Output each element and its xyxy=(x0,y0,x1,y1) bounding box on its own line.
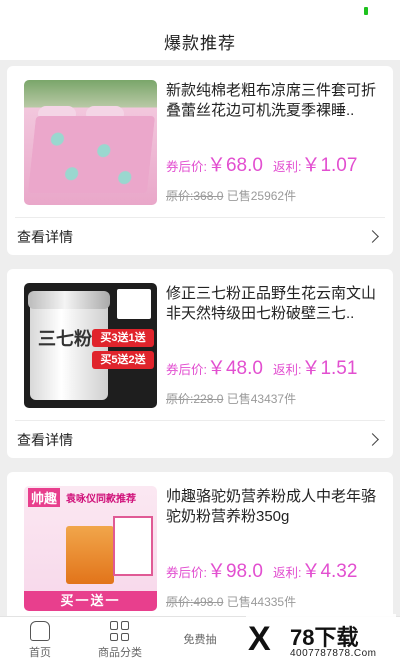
rebate-value: ￥1.51 xyxy=(301,358,358,379)
original-price-label: 原价: xyxy=(166,392,194,406)
product-name[interactable]: 新款纯棉老粗布凉席三件套可折叠蕾丝花边可机洗夏季裸睡.. xyxy=(166,81,381,121)
tab-home-label: 首页 xyxy=(29,647,51,659)
product-info: 修正三七粉正品野生花云南文山非天然特级田七粉破壁三七.. 券后价: ￥48.0 … xyxy=(157,283,381,408)
after-coupon-label: 券后价: xyxy=(166,160,207,174)
sold-prefix: 已售 xyxy=(226,189,251,203)
status-bar xyxy=(0,0,400,22)
view-detail-row[interactable]: 查看详情 xyxy=(15,420,385,458)
price-row: 券后价: ￥48.0 返利: ￥1.51 xyxy=(166,353,381,380)
promo-tag: 买5送2送 xyxy=(92,351,154,369)
watermark-x-icon: X xyxy=(248,620,271,658)
after-coupon-price: ￥98.0 xyxy=(206,561,263,582)
sold-prefix: 已售 xyxy=(226,392,251,406)
rebate-value: ￥1.07 xyxy=(301,155,358,176)
image-promo-banner: 买一送一 xyxy=(24,591,157,611)
chevron-right-icon xyxy=(366,433,379,446)
product-card-body[interactable]: 三七粉 买3送1送 买5送2送 修正三七粉正品野生花云南文山非天然特级田七粉破壁… xyxy=(7,269,393,420)
home-icon xyxy=(30,621,50,641)
sold-count: 44335件 xyxy=(250,595,297,609)
product-card[interactable]: 三七粉 买3送1送 买5送2送 修正三七粉正品野生花云南文山非天然特级田七粉破壁… xyxy=(7,269,393,458)
meta-row: 原价:228.0 已售43437件 xyxy=(166,390,381,407)
tab-category-label: 商品分类 xyxy=(98,647,142,659)
endorser-card-shape xyxy=(113,516,153,576)
milk-box-shape xyxy=(66,526,114,584)
battery-icon xyxy=(364,7,368,15)
promo-tag: 买3送1送 xyxy=(92,329,154,347)
sold-count: 43437件 xyxy=(250,392,297,406)
product-info: 新款纯棉老粗布凉席三件套可折叠蕾丝花边可机洗夏季裸睡.. 券后价: ￥68.0 … xyxy=(157,80,381,205)
tab-lottery-label: 免费抽 xyxy=(183,633,217,646)
camel-milk-image[interactable]: 帅趣 袁咏仪同款推荐 买一送一 xyxy=(24,486,157,611)
original-price-label: 原价: xyxy=(166,189,194,203)
grid-icon xyxy=(110,621,130,641)
chevron-right-icon xyxy=(366,230,379,243)
after-coupon-label: 券后价: xyxy=(166,566,207,580)
product-card[interactable]: 新款纯棉老粗布凉席三件套可折叠蕾丝花边可机洗夏季裸睡.. 券后价: ￥68.0 … xyxy=(7,66,393,255)
jar-label: 三七粉 xyxy=(38,329,92,349)
product-card[interactable]: 帅趣 袁咏仪同款推荐 买一送一 帅趣骆驼奶营养粉成人中老年骆驼奶粉营养粉350g… xyxy=(7,472,393,616)
view-detail-label: 查看详情 xyxy=(17,431,73,448)
page-header: 爆款推荐 xyxy=(0,22,400,60)
sold-prefix: 已售 xyxy=(226,595,251,609)
meta-row: 原价:498.0 已售44335件 xyxy=(166,593,381,610)
brand-logo-icon xyxy=(117,289,151,319)
tab-home[interactable]: 首页 xyxy=(0,617,80,666)
watermark-url: 4007787878.Com xyxy=(290,648,377,659)
view-detail-row[interactable]: 查看详情 xyxy=(15,217,385,255)
product-card-body[interactable]: 帅趣 袁咏仪同款推荐 买一送一 帅趣骆驼奶营养粉成人中老年骆驼奶粉营养粉350g… xyxy=(7,472,393,616)
original-price: 498.0 xyxy=(193,595,224,609)
product-name[interactable]: 修正三七粉正品野生花云南文山非天然特级田七粉破壁三七.. xyxy=(166,284,381,324)
jar-lid-shape xyxy=(28,291,110,309)
price-row: 券后价: ￥68.0 返利: ￥1.07 xyxy=(166,150,381,177)
after-coupon-label: 券后价: xyxy=(166,363,207,377)
page-title: 爆款推荐 xyxy=(164,33,236,53)
price-row: 券后价: ￥98.0 返利: ￥4.32 xyxy=(166,556,381,583)
rebate-label: 返利: xyxy=(272,566,302,580)
original-price: 368.0 xyxy=(193,189,224,203)
image-headline: 袁咏仪同款推荐 xyxy=(66,494,136,505)
sanqi-powder-image[interactable]: 三七粉 买3送1送 买5送2送 xyxy=(24,283,157,408)
original-price: 228.0 xyxy=(193,392,224,406)
rebate-label: 返利: xyxy=(272,363,302,377)
sold-count: 25962件 xyxy=(250,189,297,203)
after-coupon-price: ￥68.0 xyxy=(206,155,263,176)
product-list[interactable]: 新款纯棉老粗布凉席三件套可折叠蕾丝花边可机洗夏季裸睡.. 券后价: ￥68.0 … xyxy=(0,60,400,616)
mat-shape xyxy=(27,116,156,193)
product-info: 帅趣骆驼奶营养粉成人中老年骆驼奶粉营养粉350g 券后价: ￥98.0 返利: … xyxy=(157,486,381,611)
after-coupon-price: ￥48.0 xyxy=(206,358,263,379)
product-name[interactable]: 帅趣骆驼奶营养粉成人中老年骆驼奶粉营养粉350g xyxy=(166,487,381,527)
product-card-body[interactable]: 新款纯棉老粗布凉席三件套可折叠蕾丝花边可机洗夏季裸睡.. 券后价: ￥68.0 … xyxy=(7,66,393,217)
meta-row: 原价:368.0 已售25962件 xyxy=(166,187,381,204)
original-price-label: 原价: xyxy=(166,595,194,609)
rebate-label: 返利: xyxy=(272,160,302,174)
watermark-logo: X 78下载 4007787878.Com xyxy=(246,614,396,666)
tab-lottery[interactable]: 免费抽 xyxy=(160,617,240,666)
image-brand-text: 帅趣 xyxy=(28,488,61,507)
tab-category[interactable]: 商品分类 xyxy=(80,617,160,666)
view-detail-label: 查看详情 xyxy=(17,228,73,245)
bed-sheet-image[interactable] xyxy=(24,80,157,205)
rebate-value: ￥4.32 xyxy=(301,561,358,582)
